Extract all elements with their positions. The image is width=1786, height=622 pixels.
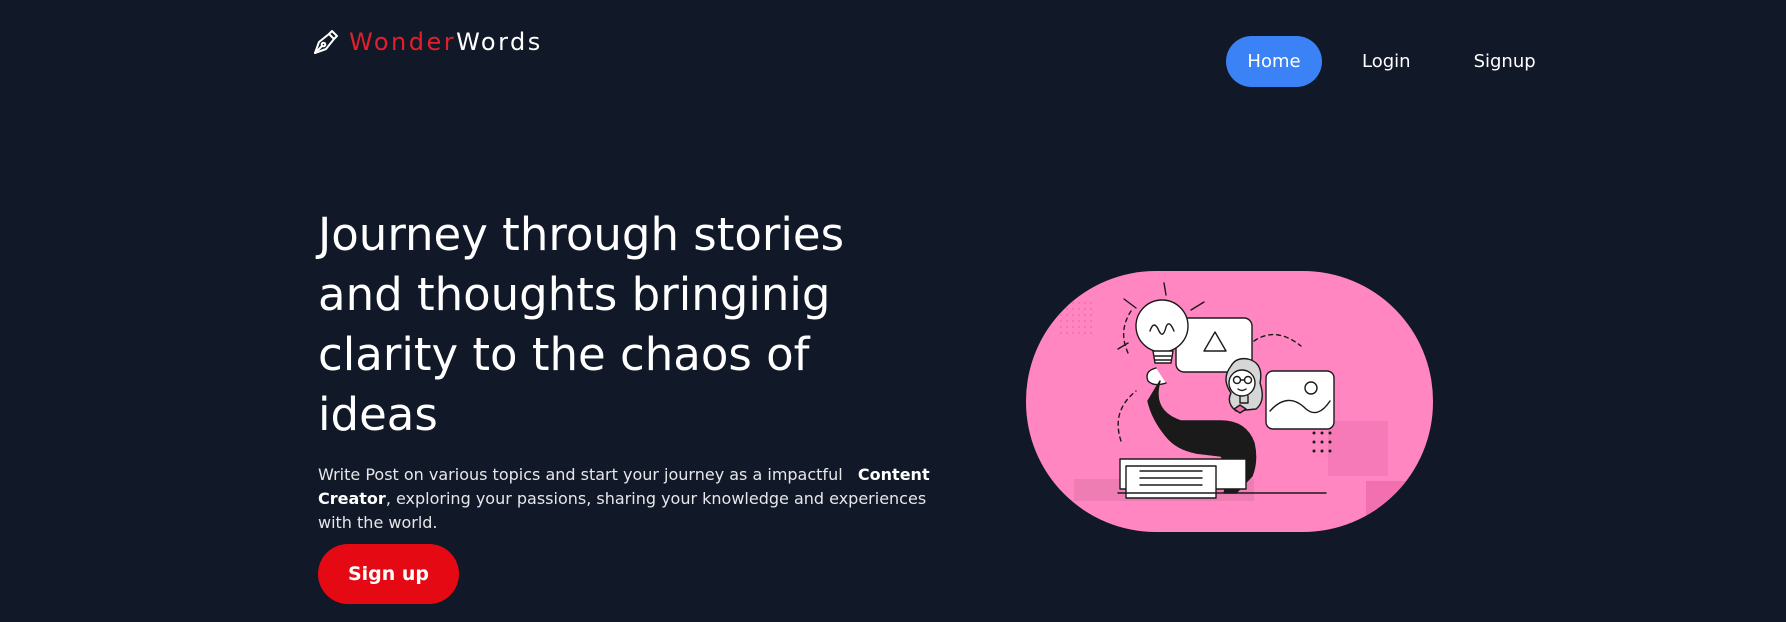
main-nav: Home Login Signup xyxy=(1226,36,1536,87)
hero-description-intro: Write Post on various topics and start y… xyxy=(318,465,843,484)
brand-name-rest: Words xyxy=(456,28,543,56)
pen-nib-icon xyxy=(311,28,339,56)
hero-description-rest: , exploring your passions, sharing your … xyxy=(318,489,927,532)
hero-title: Journey through stories and thoughts bri… xyxy=(318,208,845,441)
brand-name-accent: Wonder xyxy=(349,28,457,56)
hero-illustration xyxy=(1026,271,1433,532)
hero-description: Write Post on various topics and start y… xyxy=(318,463,938,535)
idea-woman-illustration xyxy=(1059,282,1406,521)
signup-cta-button[interactable]: Sign up xyxy=(318,544,459,604)
logo-link[interactable]: WonderWords xyxy=(311,28,543,56)
nav-home-link[interactable]: Home xyxy=(1226,36,1322,87)
nav-signup-link[interactable]: Signup xyxy=(1474,36,1536,87)
brand-name: WonderWords xyxy=(349,28,543,56)
nav-login-link[interactable]: Login xyxy=(1362,36,1411,87)
